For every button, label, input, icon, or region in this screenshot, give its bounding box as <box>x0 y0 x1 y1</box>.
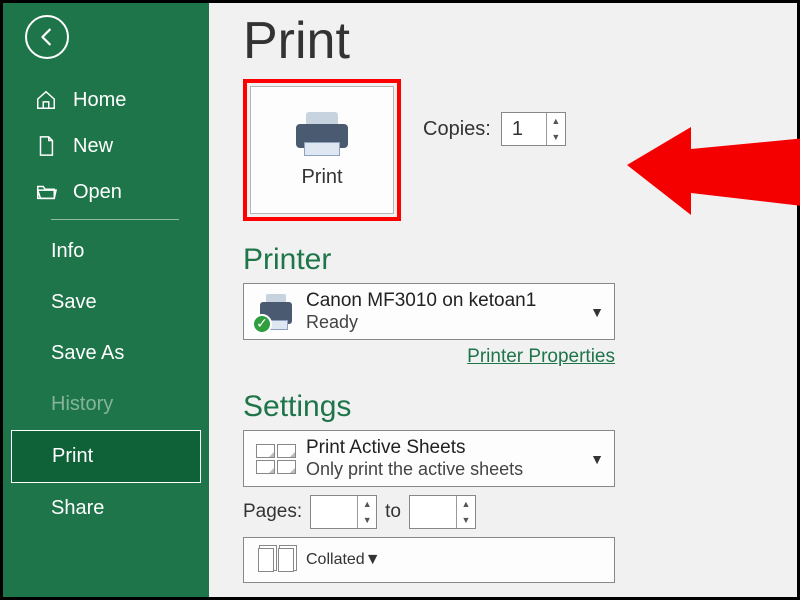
pages-to-spinner[interactable]: ▲▼ <box>409 495 476 529</box>
sidebar-item-label: New <box>73 135 113 157</box>
print-button-highlight: Print <box>243 79 401 221</box>
sidebar-item-share[interactable]: Share <box>3 483 209 534</box>
sidebar-item-print[interactable]: Print <box>11 430 201 483</box>
annotation-arrow-icon <box>627 115 800 235</box>
pages-label: Pages: <box>243 501 302 523</box>
printer-heading: Printer <box>243 243 773 277</box>
settings-heading: Settings <box>243 390 773 424</box>
sidebar-item-history: History <box>3 379 209 430</box>
sidebar-item-label: Save <box>51 291 97 313</box>
spinner-down-icon[interactable]: ▼ <box>457 512 475 528</box>
spinner-down-icon[interactable]: ▼ <box>547 129 565 145</box>
printer-status: Ready <box>306 312 584 333</box>
printer-icon <box>294 112 350 156</box>
print-what-dropdown[interactable]: Print Active Sheets Only print the activ… <box>243 430 615 487</box>
home-icon <box>33 89 59 111</box>
print-what-line2: Only print the active sheets <box>306 459 584 480</box>
arrow-left-icon <box>36 26 58 48</box>
sheets-icon <box>254 439 298 479</box>
sidebar-item-open[interactable]: Open <box>3 169 209 215</box>
chevron-down-icon: ▼ <box>365 551 381 569</box>
sidebar-item-new[interactable]: New <box>3 123 209 169</box>
sidebar-item-save[interactable]: Save <box>3 277 209 328</box>
print-what-line1: Print Active Sheets <box>306 437 584 459</box>
sidebar-item-label: History <box>51 393 113 415</box>
sidebar-divider <box>51 219 179 220</box>
back-button[interactable] <box>25 15 69 59</box>
print-panel: Print Print Copies: 1 ▲ ▼ <box>209 3 797 597</box>
sidebar-item-label: Share <box>51 497 104 519</box>
chevron-down-icon: ▼ <box>590 451 604 467</box>
copies-spinner[interactable]: 1 ▲ ▼ <box>501 112 566 146</box>
collated-icon <box>254 540 298 580</box>
sidebar-item-info[interactable]: Info <box>3 226 209 277</box>
sidebar-item-saveas[interactable]: Save As <box>3 328 209 379</box>
copies-label: Copies: <box>423 118 491 141</box>
chevron-down-icon: ▼ <box>590 304 604 320</box>
spinner-down-icon[interactable]: ▼ <box>358 512 376 528</box>
printer-name: Canon MF3010 on ketoan1 <box>306 290 584 312</box>
sidebar-item-label: Print <box>52 445 93 467</box>
printer-properties-link[interactable]: Printer Properties <box>243 346 615 368</box>
sidebar-item-label: Home <box>73 89 126 111</box>
pages-to-label: to <box>385 501 401 523</box>
backstage-sidebar: Home New Open Info Save Save As History … <box>3 3 209 597</box>
print-button-label: Print <box>301 166 342 189</box>
collated-line1: Collated <box>306 551 365 569</box>
folder-open-icon <box>33 181 59 203</box>
printer-dropdown[interactable]: ✓ Canon MF3010 on ketoan1 Ready ▼ <box>243 283 615 340</box>
sidebar-item-label: Save As <box>51 342 124 364</box>
spinner-up-icon[interactable]: ▲ <box>358 496 376 512</box>
sidebar-item-label: Open <box>73 181 122 203</box>
spinner-up-icon[interactable]: ▲ <box>457 496 475 512</box>
copies-value[interactable]: 1 <box>502 118 546 141</box>
page-title: Print <box>243 11 773 71</box>
pages-from-spinner[interactable]: ▲▼ <box>310 495 377 529</box>
sidebar-item-home[interactable]: Home <box>3 77 209 123</box>
print-button[interactable]: Print <box>250 86 394 214</box>
collation-dropdown[interactable]: Collated ▼ <box>243 537 615 583</box>
sidebar-item-label: Info <box>51 240 84 262</box>
file-icon <box>33 135 59 157</box>
printer-status-icon: ✓ <box>254 292 298 332</box>
check-icon: ✓ <box>252 314 272 334</box>
spinner-up-icon[interactable]: ▲ <box>547 113 565 129</box>
